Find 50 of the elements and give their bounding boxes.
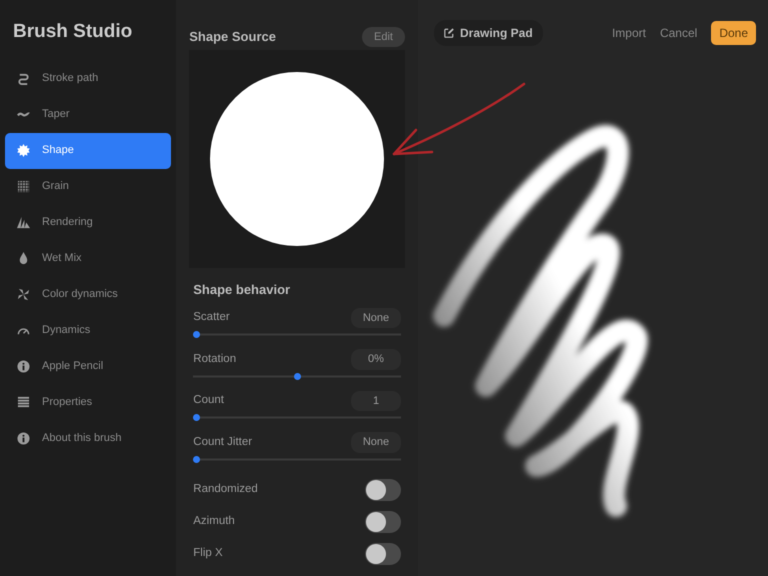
info-icon — [17, 432, 30, 445]
toggle-label: Flip X — [193, 546, 223, 561]
list-icon — [17, 396, 30, 409]
slider-thumb[interactable] — [193, 456, 200, 462]
value-field[interactable]: None — [351, 308, 401, 328]
toggle-switch[interactable] — [365, 542, 401, 564]
slider-thumb[interactable] — [294, 372, 301, 380]
slider[interactable] — [193, 414, 401, 421]
slider-label: Count — [193, 393, 224, 408]
section-title: Shape Source — [189, 28, 276, 46]
slider-label: Scatter — [193, 310, 230, 326]
sidebar-item[interactable]: Apple Pencil — [5, 348, 172, 384]
toggle-label: Randomized — [193, 482, 258, 497]
value-field[interactable]: 1 — [351, 390, 401, 411]
value-field[interactable]: None — [351, 432, 401, 452]
sidebar-item[interactable]: Properties — [5, 384, 172, 420]
sidebar-item[interactable]: Grain — [5, 168, 172, 204]
slider-label: Rotation — [193, 352, 236, 367]
slider-label: Count Jitter — [193, 434, 252, 450]
sidebar-item[interactable]: Dynamics — [5, 312, 172, 348]
toggle-label: Azimuth — [193, 514, 235, 529]
done-button[interactable]: Done — [711, 21, 756, 45]
toggle-switch[interactable] — [365, 510, 401, 532]
droplet-icon — [17, 252, 30, 265]
toggle-switch[interactable] — [365, 478, 401, 500]
pinwheel-icon — [17, 288, 30, 301]
sidebar-item[interactable]: Taper — [5, 96, 172, 132]
info-icon — [17, 360, 30, 373]
sidebar-item[interactable]: Shape — [5, 132, 172, 168]
slider-thumb[interactable] — [193, 414, 200, 421]
sidebar-item[interactable]: Rendering — [5, 204, 172, 240]
drawing-pad-button[interactable]: Drawing Pad — [434, 20, 543, 46]
slider[interactable] — [193, 456, 401, 462]
sidebar-item[interactable]: Stroke path — [5, 60, 172, 96]
stroke-path-icon — [17, 72, 30, 85]
sidebar-item[interactable]: About this brush — [5, 420, 172, 456]
slider-thumb[interactable] — [193, 331, 200, 338]
slider[interactable] — [193, 331, 401, 338]
section-title: Shape behavior — [193, 281, 292, 299]
edit-button[interactable]: Edit — [362, 26, 405, 48]
text-button[interactable]: Cancel — [652, 22, 704, 44]
sidebar-item[interactable]: Wet Mix — [5, 240, 172, 276]
starburst-icon — [17, 144, 30, 157]
value-field[interactable]: 0% — [351, 349, 401, 370]
triangle-icon — [17, 216, 30, 229]
edit-icon — [444, 28, 454, 38]
text-button[interactable]: Import — [604, 22, 653, 44]
app-title: Brush Studio — [13, 20, 134, 44]
checker-icon — [17, 180, 30, 193]
sidebar-item[interactable]: Color dynamics — [5, 276, 172, 312]
